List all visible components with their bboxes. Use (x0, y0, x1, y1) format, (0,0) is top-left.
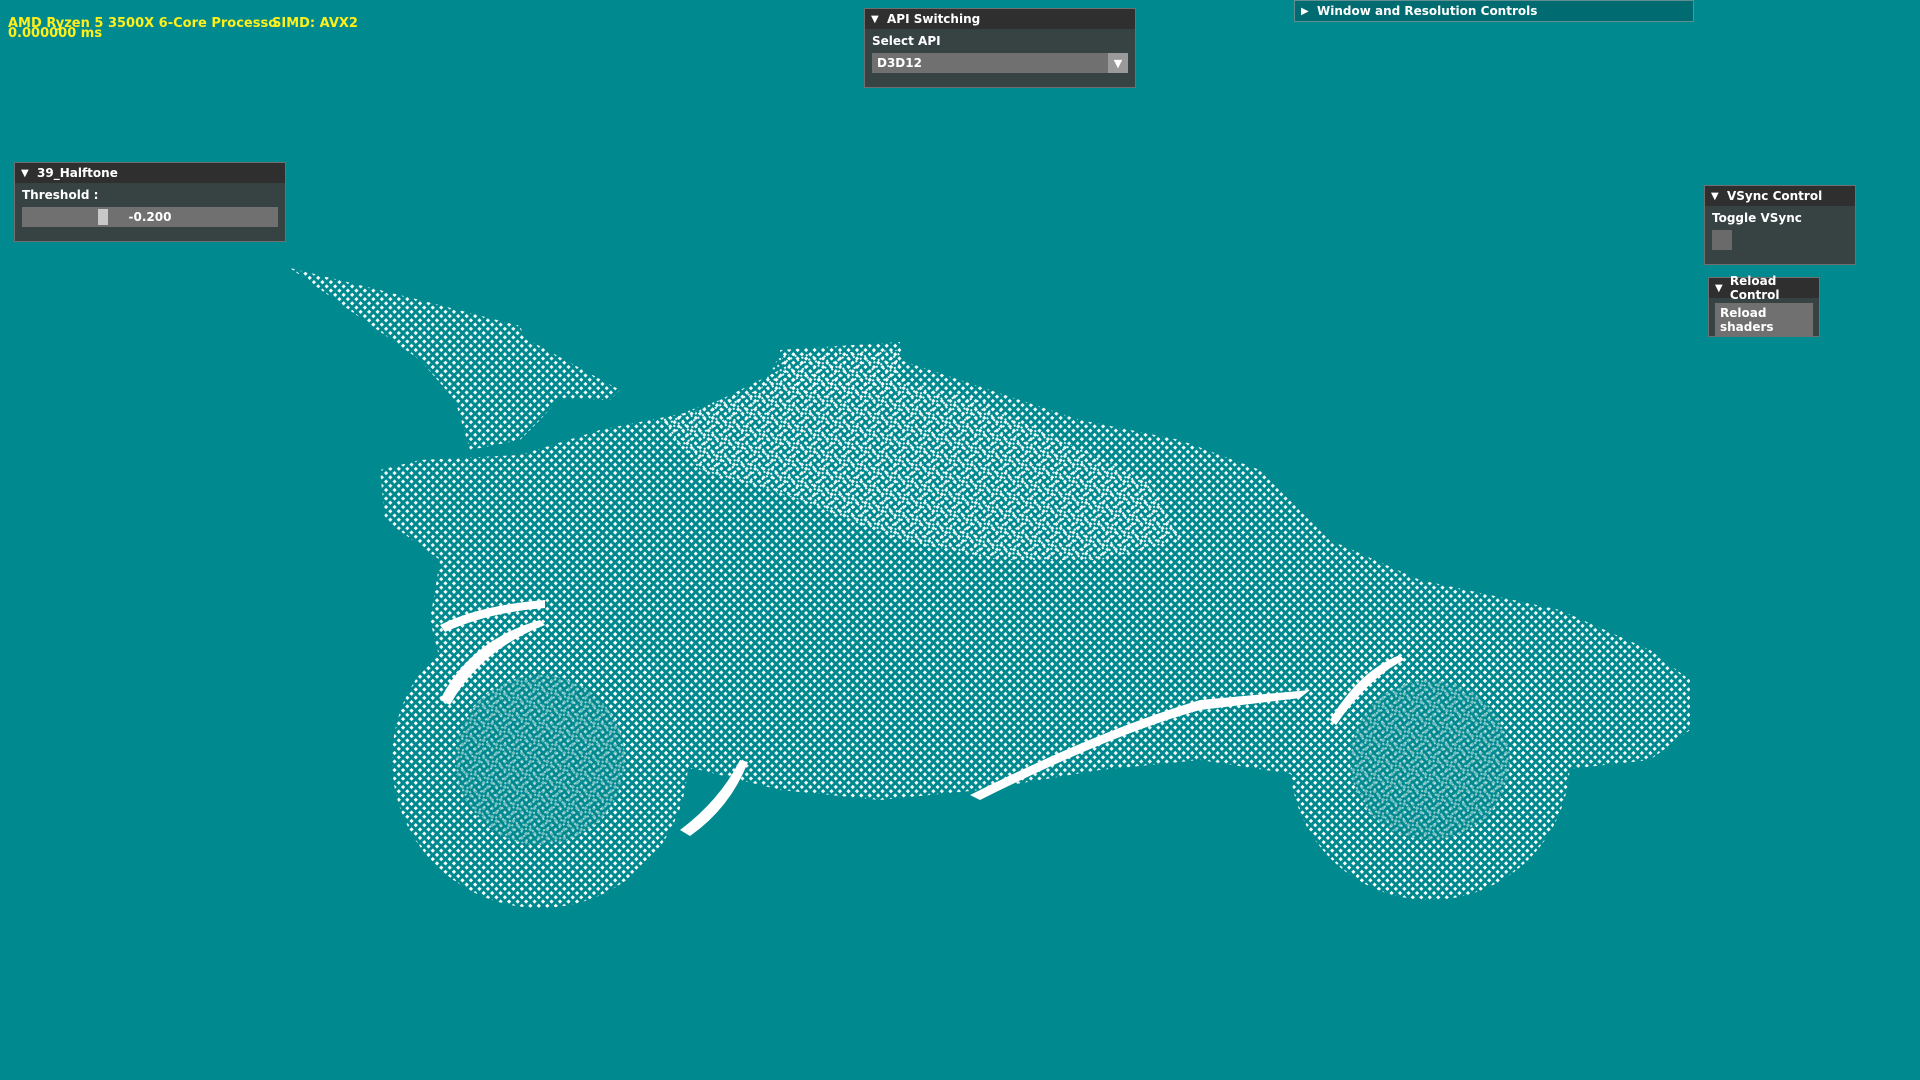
api-panel-header[interactable]: ▼ API Switching (865, 9, 1135, 29)
api-switching-panel: ▼ API Switching Select API D3D12 ▼ (864, 8, 1136, 88)
toggle-vsync-label: Toggle VSync (1712, 211, 1802, 225)
car-air-intake (780, 342, 905, 395)
dropdown-arrow-icon[interactable]: ▼ (1108, 53, 1128, 73)
reload-panel: ▼ Reload Control Reload shaders (1708, 274, 1820, 337)
halftone-panel: ▼ 39_Halftone Threshold : -0.200 (14, 162, 286, 242)
simd-info: SIMD: AVX2 (272, 16, 358, 31)
reload-panel-header[interactable]: ▼ Reload Control (1709, 274, 1819, 302)
select-api-label: Select API (872, 34, 941, 48)
vsync-panel-title: VSync Control (1727, 189, 1823, 203)
threshold-value: -0.200 (128, 210, 172, 224)
front-wheel-hub-pattern (1350, 680, 1510, 840)
window-panel-title: Window and Resolution Controls (1317, 4, 1538, 18)
collapse-triangle-icon[interactable]: ▼ (21, 168, 31, 179)
rear-wheel-hub-pattern (455, 675, 625, 845)
api-select-value: D3D12 (877, 56, 922, 70)
vsync-panel-header[interactable]: ▼ VSync Control (1705, 186, 1855, 206)
window-resolution-panel: ▶ Window and Resolution Controls (1294, 0, 1694, 22)
window-panel-header[interactable]: ▶ Window and Resolution Controls (1295, 1, 1693, 21)
threshold-label: Threshold : (22, 188, 99, 202)
expand-triangle-icon[interactable]: ▶ (1301, 6, 1311, 17)
halftone-panel-title: 39_Halftone (37, 166, 118, 180)
car-spoiler (290, 268, 620, 450)
halftone-car-render (290, 268, 1690, 908)
reload-panel-title: Reload Control (1729, 274, 1780, 302)
threshold-slider[interactable]: -0.200 (22, 207, 278, 227)
api-panel-title: API Switching (887, 12, 981, 26)
collapse-triangle-icon[interactable]: ▼ (1715, 283, 1724, 294)
render-viewport: AMD Ryzen 5 3500X 6-Core Processo SIMD: … (0, 0, 1920, 1080)
collapse-triangle-icon[interactable]: ▼ (871, 14, 881, 25)
vsync-checkbox[interactable] (1712, 230, 1732, 250)
frame-time: 0.000000 ms (8, 26, 103, 41)
reload-shaders-button[interactable]: Reload shaders (1715, 303, 1813, 337)
halftone-panel-header[interactable]: ▼ 39_Halftone (15, 163, 285, 183)
collapse-triangle-icon[interactable]: ▼ (1711, 191, 1721, 202)
vsync-panel: ▼ VSync Control Toggle VSync (1704, 185, 1856, 265)
api-select-dropdown[interactable]: D3D12 ▼ (872, 53, 1128, 73)
